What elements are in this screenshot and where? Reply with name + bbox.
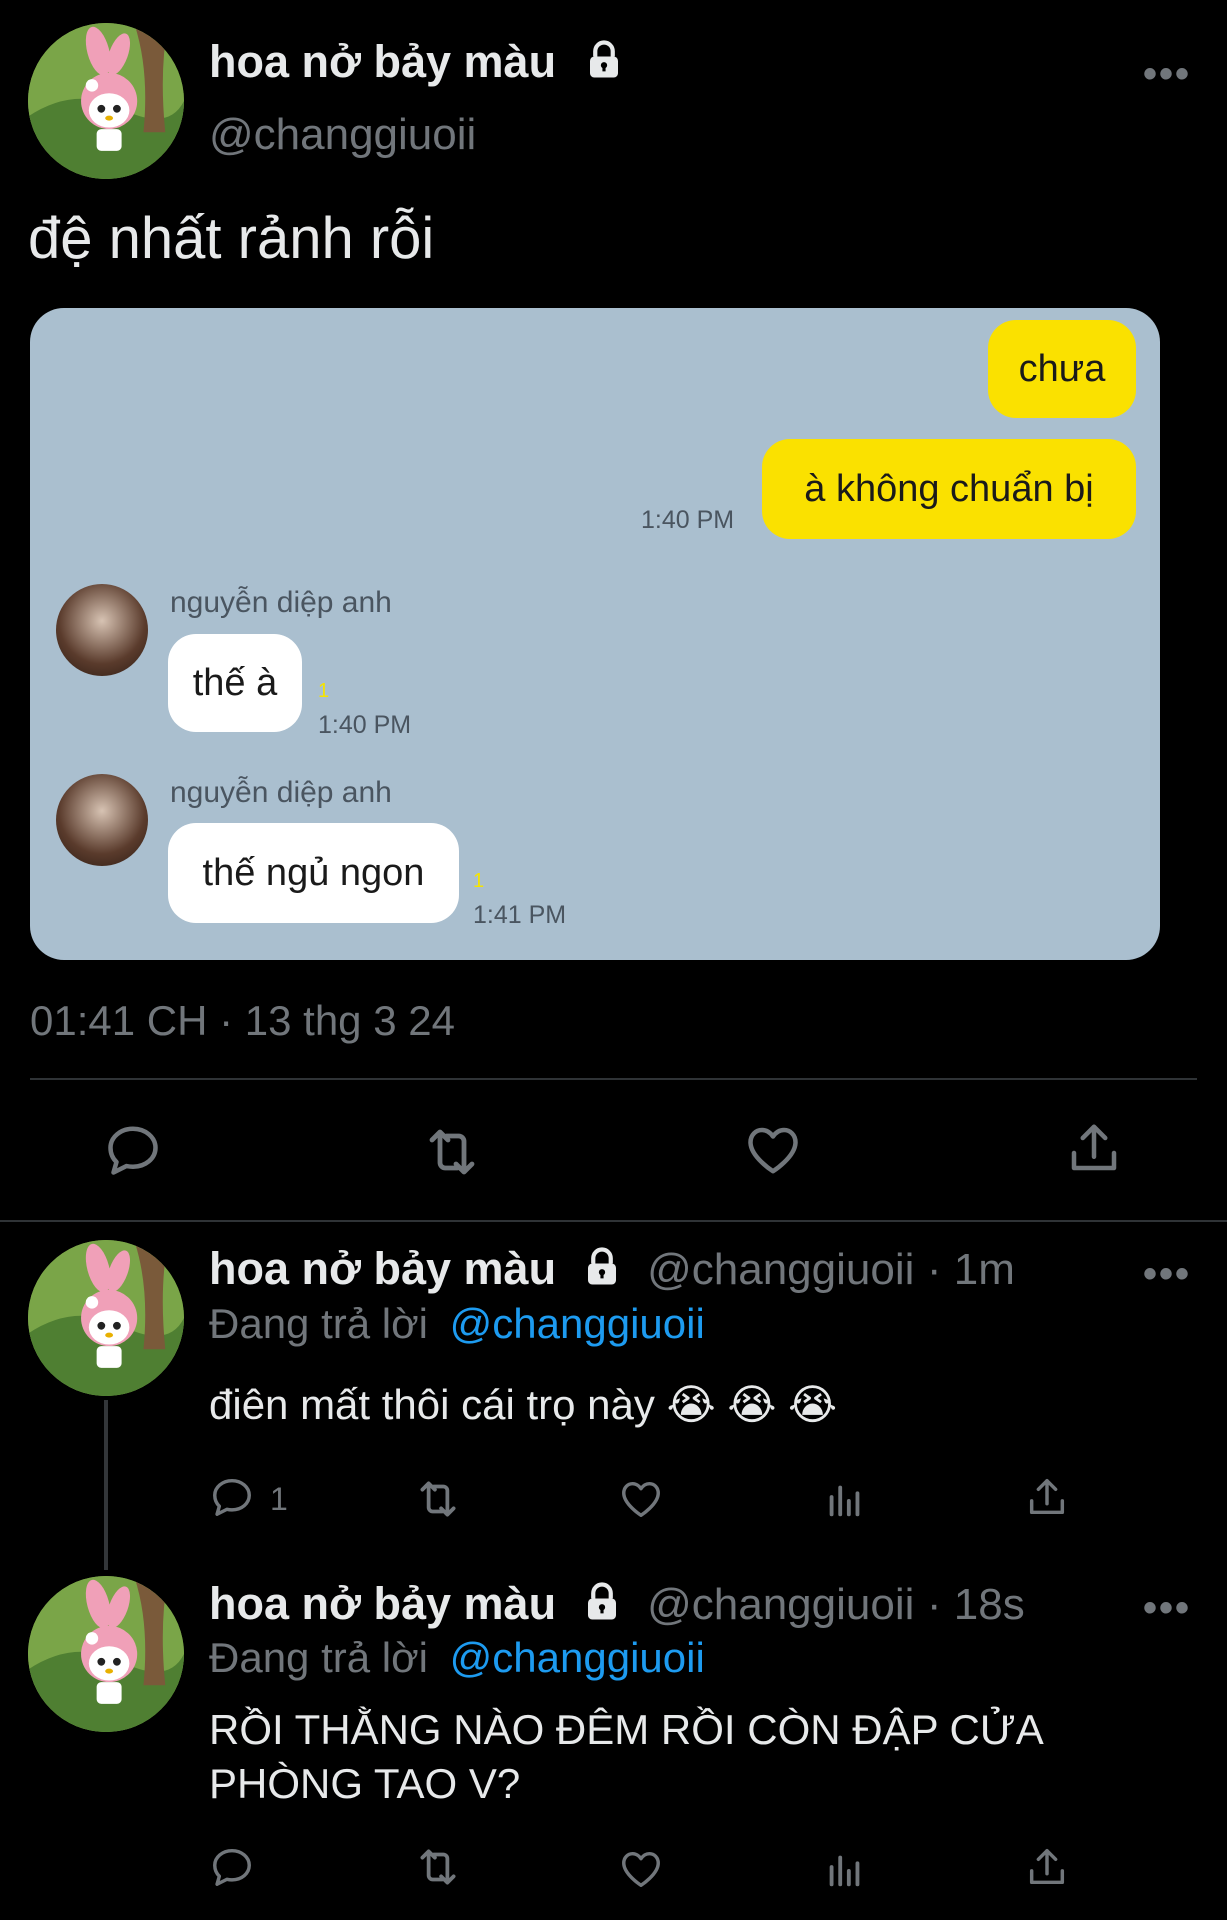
unread-count: 1 xyxy=(473,870,485,892)
avatar[interactable] xyxy=(28,1576,184,1732)
share-icon[interactable] xyxy=(1024,1474,1070,1520)
replying-label: Đang trả lời xyxy=(209,1634,428,1681)
chat-message: à không chuẩn bị xyxy=(804,467,1094,510)
handle[interactable]: @changgiuoii xyxy=(209,110,476,160)
share-icon[interactable] xyxy=(1024,1844,1070,1890)
avatar[interactable] xyxy=(28,1240,184,1396)
thread-line xyxy=(104,1400,108,1570)
more-icon[interactable]: ••• xyxy=(1143,1586,1191,1631)
lock-icon xyxy=(581,1581,623,1623)
share-icon[interactable] xyxy=(1064,1118,1124,1178)
chat-time: 1:40 PM xyxy=(318,711,412,739)
divider xyxy=(30,1078,1197,1080)
like-icon[interactable] xyxy=(743,1120,803,1180)
reply-time[interactable]: 1m xyxy=(954,1245,1015,1294)
more-icon[interactable]: ••• xyxy=(1143,52,1191,97)
chat-time: 1:41 PM xyxy=(473,901,567,929)
reply-count: 1 xyxy=(270,1481,288,1517)
chat-avatar xyxy=(56,584,148,676)
display-name[interactable]: hoa nở bảy màu xyxy=(209,1578,556,1629)
chat-time: 1:40 PM xyxy=(641,506,735,534)
chat-message: thế ngủ ngon xyxy=(202,851,425,894)
reply-icon[interactable] xyxy=(103,1120,163,1180)
views-icon[interactable] xyxy=(822,1476,868,1522)
separator: · xyxy=(926,1245,954,1294)
chat-sender-name: nguyễn diệp anh xyxy=(170,776,392,809)
lock-icon xyxy=(581,1246,623,1288)
reply-text: điên mất thôi cái trọ này 😭 😭 😭 xyxy=(209,1381,838,1428)
chat-bubble-mine: à không chuẩn bị xyxy=(762,439,1136,539)
replying-label: Đang trả lời xyxy=(209,1300,428,1347)
chat-message: thế à xyxy=(192,661,278,704)
display-name-text[interactable]: hoa nở bảy màu xyxy=(209,36,556,87)
mention-link[interactable]: @changgiuoii xyxy=(450,1634,705,1681)
tweet-text: đệ nhất rảnh rỗi xyxy=(28,206,435,271)
retweet-icon[interactable] xyxy=(413,1474,463,1524)
lock-icon xyxy=(583,39,625,81)
like-icon[interactable] xyxy=(618,1476,664,1522)
replying-to: Đang trả lời @changgiuoii xyxy=(209,1300,705,1348)
mention-link[interactable]: @changgiuoii xyxy=(450,1300,705,1347)
chat-bubble-other: thế à xyxy=(168,634,302,732)
chat-message: chưa xyxy=(1018,347,1106,390)
avatar[interactable] xyxy=(28,23,184,179)
unread-count: 1 xyxy=(318,680,330,702)
reply-time[interactable]: 18s xyxy=(954,1580,1025,1629)
handle[interactable]: @changgiuoii xyxy=(647,1580,914,1629)
tweet-timestamp[interactable]: 01:41 CH · 13 thg 3 24 xyxy=(30,997,455,1045)
retweet-icon[interactable] xyxy=(420,1120,484,1184)
reply-icon[interactable] xyxy=(209,1844,255,1890)
reply-header: hoa nở bảy màu @changgiuoii · 18s xyxy=(209,1578,1025,1630)
reply-text-line-2: PHÒNG TAO V? xyxy=(209,1760,521,1807)
like-icon[interactable] xyxy=(618,1846,664,1892)
reply-icon[interactable] xyxy=(209,1474,255,1520)
reply-header: hoa nở bảy màu @changgiuoii · 1m xyxy=(209,1243,1015,1295)
views-icon[interactable] xyxy=(822,1846,868,1892)
replying-to: Đang trả lời @changgiuoii xyxy=(209,1634,705,1682)
chat-avatar xyxy=(56,774,148,866)
reply-text-line-1: RỒI THẰNG NÀO ĐÊM RỒI CÒN ĐẬP CỬA xyxy=(209,1706,1044,1753)
chat-bubble-mine: chưa xyxy=(988,320,1136,418)
chat-bubble-other: thế ngủ ngon xyxy=(168,823,459,923)
retweet-icon[interactable] xyxy=(413,1842,463,1892)
more-icon[interactable]: ••• xyxy=(1143,1252,1191,1297)
handle[interactable]: @changgiuoii xyxy=(647,1245,914,1294)
display-name[interactable]: hoa nở bảy màu xyxy=(209,36,625,88)
separator: · xyxy=(926,1580,954,1629)
display-name[interactable]: hoa nở bảy màu xyxy=(209,1243,556,1294)
attached-image[interactable]: chưa 1:40 PM à không chuẩn bị nguyễn diệ… xyxy=(30,308,1160,960)
chat-sender-name: nguyễn diệp anh xyxy=(170,586,392,619)
divider xyxy=(0,1220,1227,1222)
